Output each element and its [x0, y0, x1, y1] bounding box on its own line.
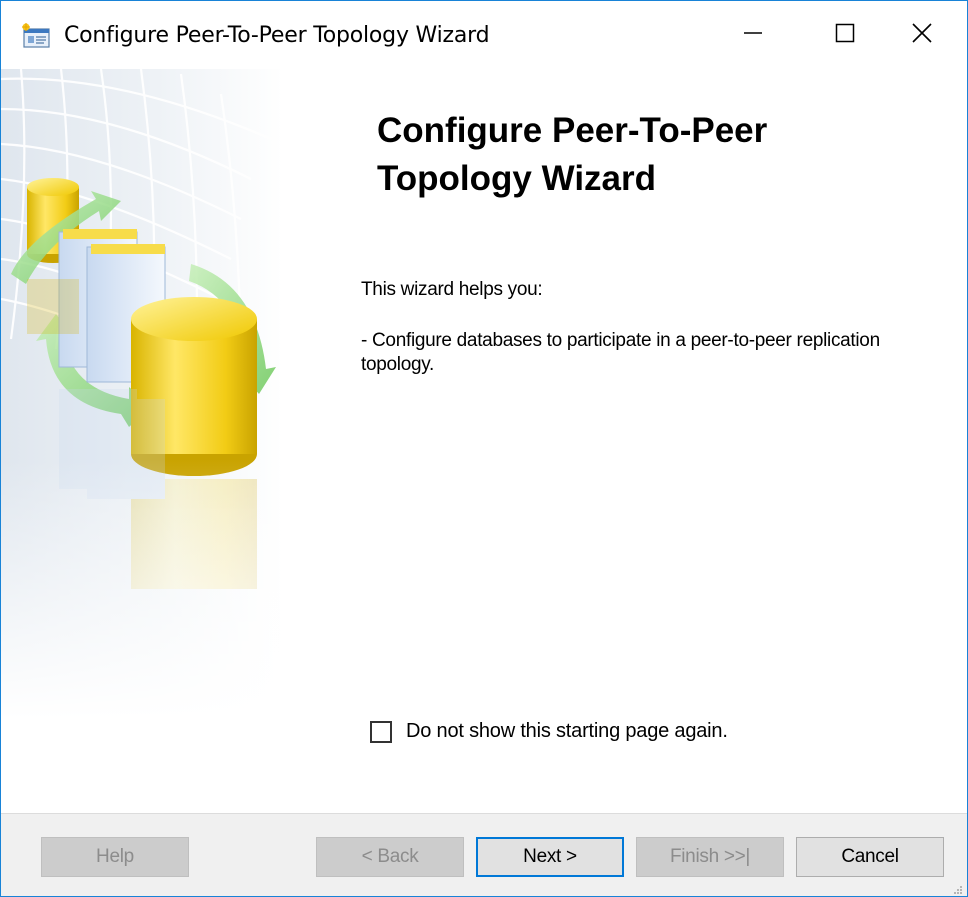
back-button[interactable]: < Back [316, 837, 464, 877]
intro-text: This wizard helps you: [361, 279, 543, 300]
page-title: Configure Peer-To-Peer Topology Wizard [377, 111, 768, 198]
minimize-button[interactable] [707, 1, 799, 69]
resize-grip-icon[interactable] [953, 882, 963, 894]
dont-show-again-checkbox[interactable] [370, 720, 392, 743]
description-bullet: - Configure databases to participate in … [361, 330, 880, 375]
minimize-icon [742, 22, 764, 49]
database-replication-illustration [1, 68, 283, 719]
wizard-window: Configure Peer-To-Peer Topology Wizard C… [0, 0, 968, 897]
maximize-icon [834, 22, 856, 49]
finish-button[interactable]: Finish >>| [636, 837, 784, 877]
help-button[interactable]: Help [41, 837, 189, 877]
wizard-app-icon [21, 23, 51, 49]
wizard-footer: Help < Back Next > Finish >>| Cancel [1, 814, 967, 896]
cancel-button[interactable]: Cancel [796, 837, 944, 877]
close-button[interactable] [877, 1, 967, 69]
title-bar[interactable]: Configure Peer-To-Peer Topology Wizard [1, 1, 967, 69]
wizard-content: Configure Peer-To-Peer Topology Wizard T… [1, 68, 967, 812]
next-button[interactable]: Next > [476, 837, 624, 877]
dont-show-again-label[interactable]: Do not show this starting page again. [406, 720, 728, 743]
dont-show-again-option[interactable]: Do not show this starting page again. [370, 720, 728, 743]
close-icon [911, 22, 933, 49]
window-title: Configure Peer-To-Peer Topology Wizard [64, 23, 490, 48]
